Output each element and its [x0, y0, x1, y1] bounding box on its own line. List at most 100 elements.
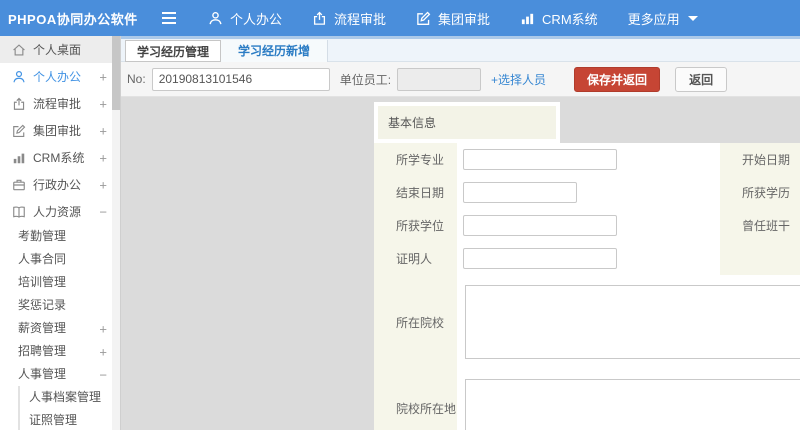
app-logo: PHPOA协同办公软件 [8, 11, 138, 27]
home-icon [12, 43, 26, 57]
nav-label: 更多应用 [627, 11, 680, 27]
sidebar-item-personal-office[interactable]: 个人办公 + [0, 63, 112, 90]
field-label-school-location: 院校所在地 [374, 369, 457, 430]
field-label-end-date: 结束日期 [374, 176, 457, 209]
sidebar-item-label: 证照管理 [29, 413, 78, 427]
share-icon [312, 11, 327, 26]
content-area: 学习经历管理 学习经历新增 No: 单位员工: +选择人员 保存并返回 返回 基… [120, 36, 800, 430]
expand-plus-icon[interactable]: + [99, 96, 107, 111]
sidebar-item-label: CRM系统 [33, 151, 85, 165]
sidebar-subgroup: 人事档案管理 证照管理 [18, 386, 112, 430]
sidebar-item-label: 人事合同 [18, 252, 67, 266]
school-textarea[interactable] [465, 285, 800, 359]
chart-icon [520, 11, 535, 26]
sidebar-item-recruit-mgmt[interactable]: 招聘管理 + [0, 340, 112, 363]
form-row: 所学专业 开始日期 [374, 143, 800, 176]
sidebar-item-attendance-mgmt[interactable]: 考勤管理 [0, 225, 112, 248]
school-location-textarea[interactable] [465, 379, 800, 430]
sidebar-item-salary-mgmt[interactable]: 薪资管理 + [0, 317, 112, 340]
field-label-empty [720, 242, 800, 275]
expand-minus-icon[interactable]: − [99, 204, 107, 219]
top-header: PHPOA协同办公软件 个人办公 流程审批 集团审批 CRM系统 更多应用 [0, 0, 800, 36]
sidebar-item-label: 流程审批 [33, 97, 82, 111]
nav-label: 集团审批 [438, 11, 491, 27]
form-row: 所在院校 [374, 275, 800, 369]
nav-workflow-approval[interactable]: 流程审批 [312, 9, 386, 28]
sidebar-scrollbar-thumb[interactable] [112, 36, 120, 110]
field-label-start-date: 开始日期 [720, 143, 800, 176]
sidebar-item-hr-contract[interactable]: 人事合同 [0, 248, 112, 271]
nav-label: 流程审批 [334, 11, 387, 27]
sidebar-item-label: 培训管理 [18, 275, 67, 289]
reference-person-input[interactable] [463, 248, 617, 269]
field-label-major: 所学专业 [374, 143, 457, 176]
sidebar-item-label: 行政办公 [33, 178, 82, 192]
briefcase-icon [12, 178, 26, 192]
sidebar-item-workflow-approval[interactable]: 流程审批 + [0, 90, 112, 117]
nav-personal-office[interactable]: 个人办公 [208, 9, 282, 28]
tab-study-history-mgmt[interactable]: 学习经历管理 [125, 40, 222, 62]
menu-toggle-icon[interactable] [152, 11, 186, 25]
major-input[interactable] [463, 149, 617, 170]
nav-crm-system[interactable]: CRM系统 [520, 9, 598, 28]
caret-down-icon [687, 15, 698, 21]
employee-label: 单位员工: [339, 72, 392, 87]
share-icon [12, 97, 26, 111]
form-row: 结束日期 所获学历 [374, 176, 800, 209]
no-input[interactable] [151, 67, 330, 91]
select-person-link[interactable]: +选择人员 [491, 71, 546, 88]
sidebar-item-label: 薪资管理 [18, 321, 67, 335]
sidebar-item-label: 招聘管理 [18, 344, 67, 358]
expand-minus-icon[interactable]: − [99, 363, 107, 386]
form-table: 所学专业 开始日期 结束日期 所获学历 所获学位 曾任班干 证明人 所在院校 院… [374, 143, 800, 430]
expand-plus-icon[interactable]: + [99, 123, 107, 138]
sidebar-item-label: 集团审批 [33, 124, 82, 138]
sidebar-item-personnel-mgmt[interactable]: 人事管理 − [0, 363, 112, 386]
top-navigation: 个人办公 流程审批 集团审批 CRM系统 更多应用 [208, 9, 728, 28]
nav-more-apps[interactable]: 更多应用 [628, 9, 698, 28]
sidebar-item-label: 奖惩记录 [18, 298, 67, 312]
back-button[interactable]: 返回 [675, 66, 728, 92]
sidebar-item-personal-desktop[interactable]: 个人桌面 [0, 36, 112, 63]
nav-label: CRM系统 [542, 11, 598, 27]
expand-plus-icon[interactable]: + [99, 317, 107, 340]
no-label: No: [127, 72, 146, 86]
nav-label: 个人办公 [230, 11, 283, 27]
person-icon [12, 70, 26, 84]
tab-study-history-new[interactable]: 学习经历新增 [221, 40, 329, 62]
section-title: 基本信息 [378, 106, 556, 139]
academic-degree-input[interactable] [463, 215, 617, 236]
field-label-degree-obtained: 所获学历 [720, 176, 800, 209]
sidebar-item-certificate-mgmt[interactable]: 证照管理 [20, 409, 112, 430]
expand-plus-icon[interactable]: + [99, 340, 107, 363]
sidebar-item-training-mgmt[interactable]: 培训管理 [0, 271, 112, 294]
field-label-school: 所在院校 [374, 275, 457, 369]
expand-plus-icon[interactable]: + [99, 177, 107, 192]
section-header: 基本信息 [374, 102, 560, 143]
sidebar-scrollbar[interactable] [112, 36, 120, 430]
sidebar-item-label: 人力资源 [33, 205, 82, 219]
form-panel: 基本信息 所学专业 开始日期 结束日期 所获学历 所获学位 曾任班干 证明人 所… [374, 102, 800, 430]
form-toolbar: No: 单位员工: +选择人员 保存并返回 返回 [121, 62, 800, 97]
sidebar-item-label: 个人桌面 [33, 43, 82, 57]
sidebar-item-label: 考勤管理 [18, 229, 67, 243]
end-date-input[interactable] [463, 182, 577, 203]
form-row: 院校所在地 [374, 369, 800, 430]
save-and-return-button[interactable]: 保存并返回 [574, 66, 661, 92]
field-label-academic-degree: 所获学位 [374, 209, 457, 242]
sidebar-item-group-approval[interactable]: 集团审批 + [0, 117, 112, 144]
expand-plus-icon[interactable]: + [99, 150, 107, 165]
edit-icon [12, 124, 26, 138]
expand-plus-icon[interactable]: + [99, 69, 107, 84]
employee-input[interactable] [397, 67, 482, 91]
sidebar-item-reward-punishment[interactable]: 奖惩记录 [0, 294, 112, 317]
person-icon [208, 11, 223, 26]
sidebar-item-label: 人事管理 [18, 367, 67, 381]
sidebar-item-human-resources[interactable]: 人力资源 − [0, 198, 112, 225]
sidebar-item-personnel-archive-mgmt[interactable]: 人事档案管理 [20, 386, 112, 409]
form-row: 所获学位 曾任班干 [374, 209, 800, 242]
sidebar-item-crm-system[interactable]: CRM系统 + [0, 144, 112, 171]
sidebar-item-admin-office[interactable]: 行政办公 + [0, 171, 112, 198]
nav-group-approval[interactable]: 集团审批 [416, 9, 490, 28]
field-label-reference-person: 证明人 [374, 242, 457, 275]
